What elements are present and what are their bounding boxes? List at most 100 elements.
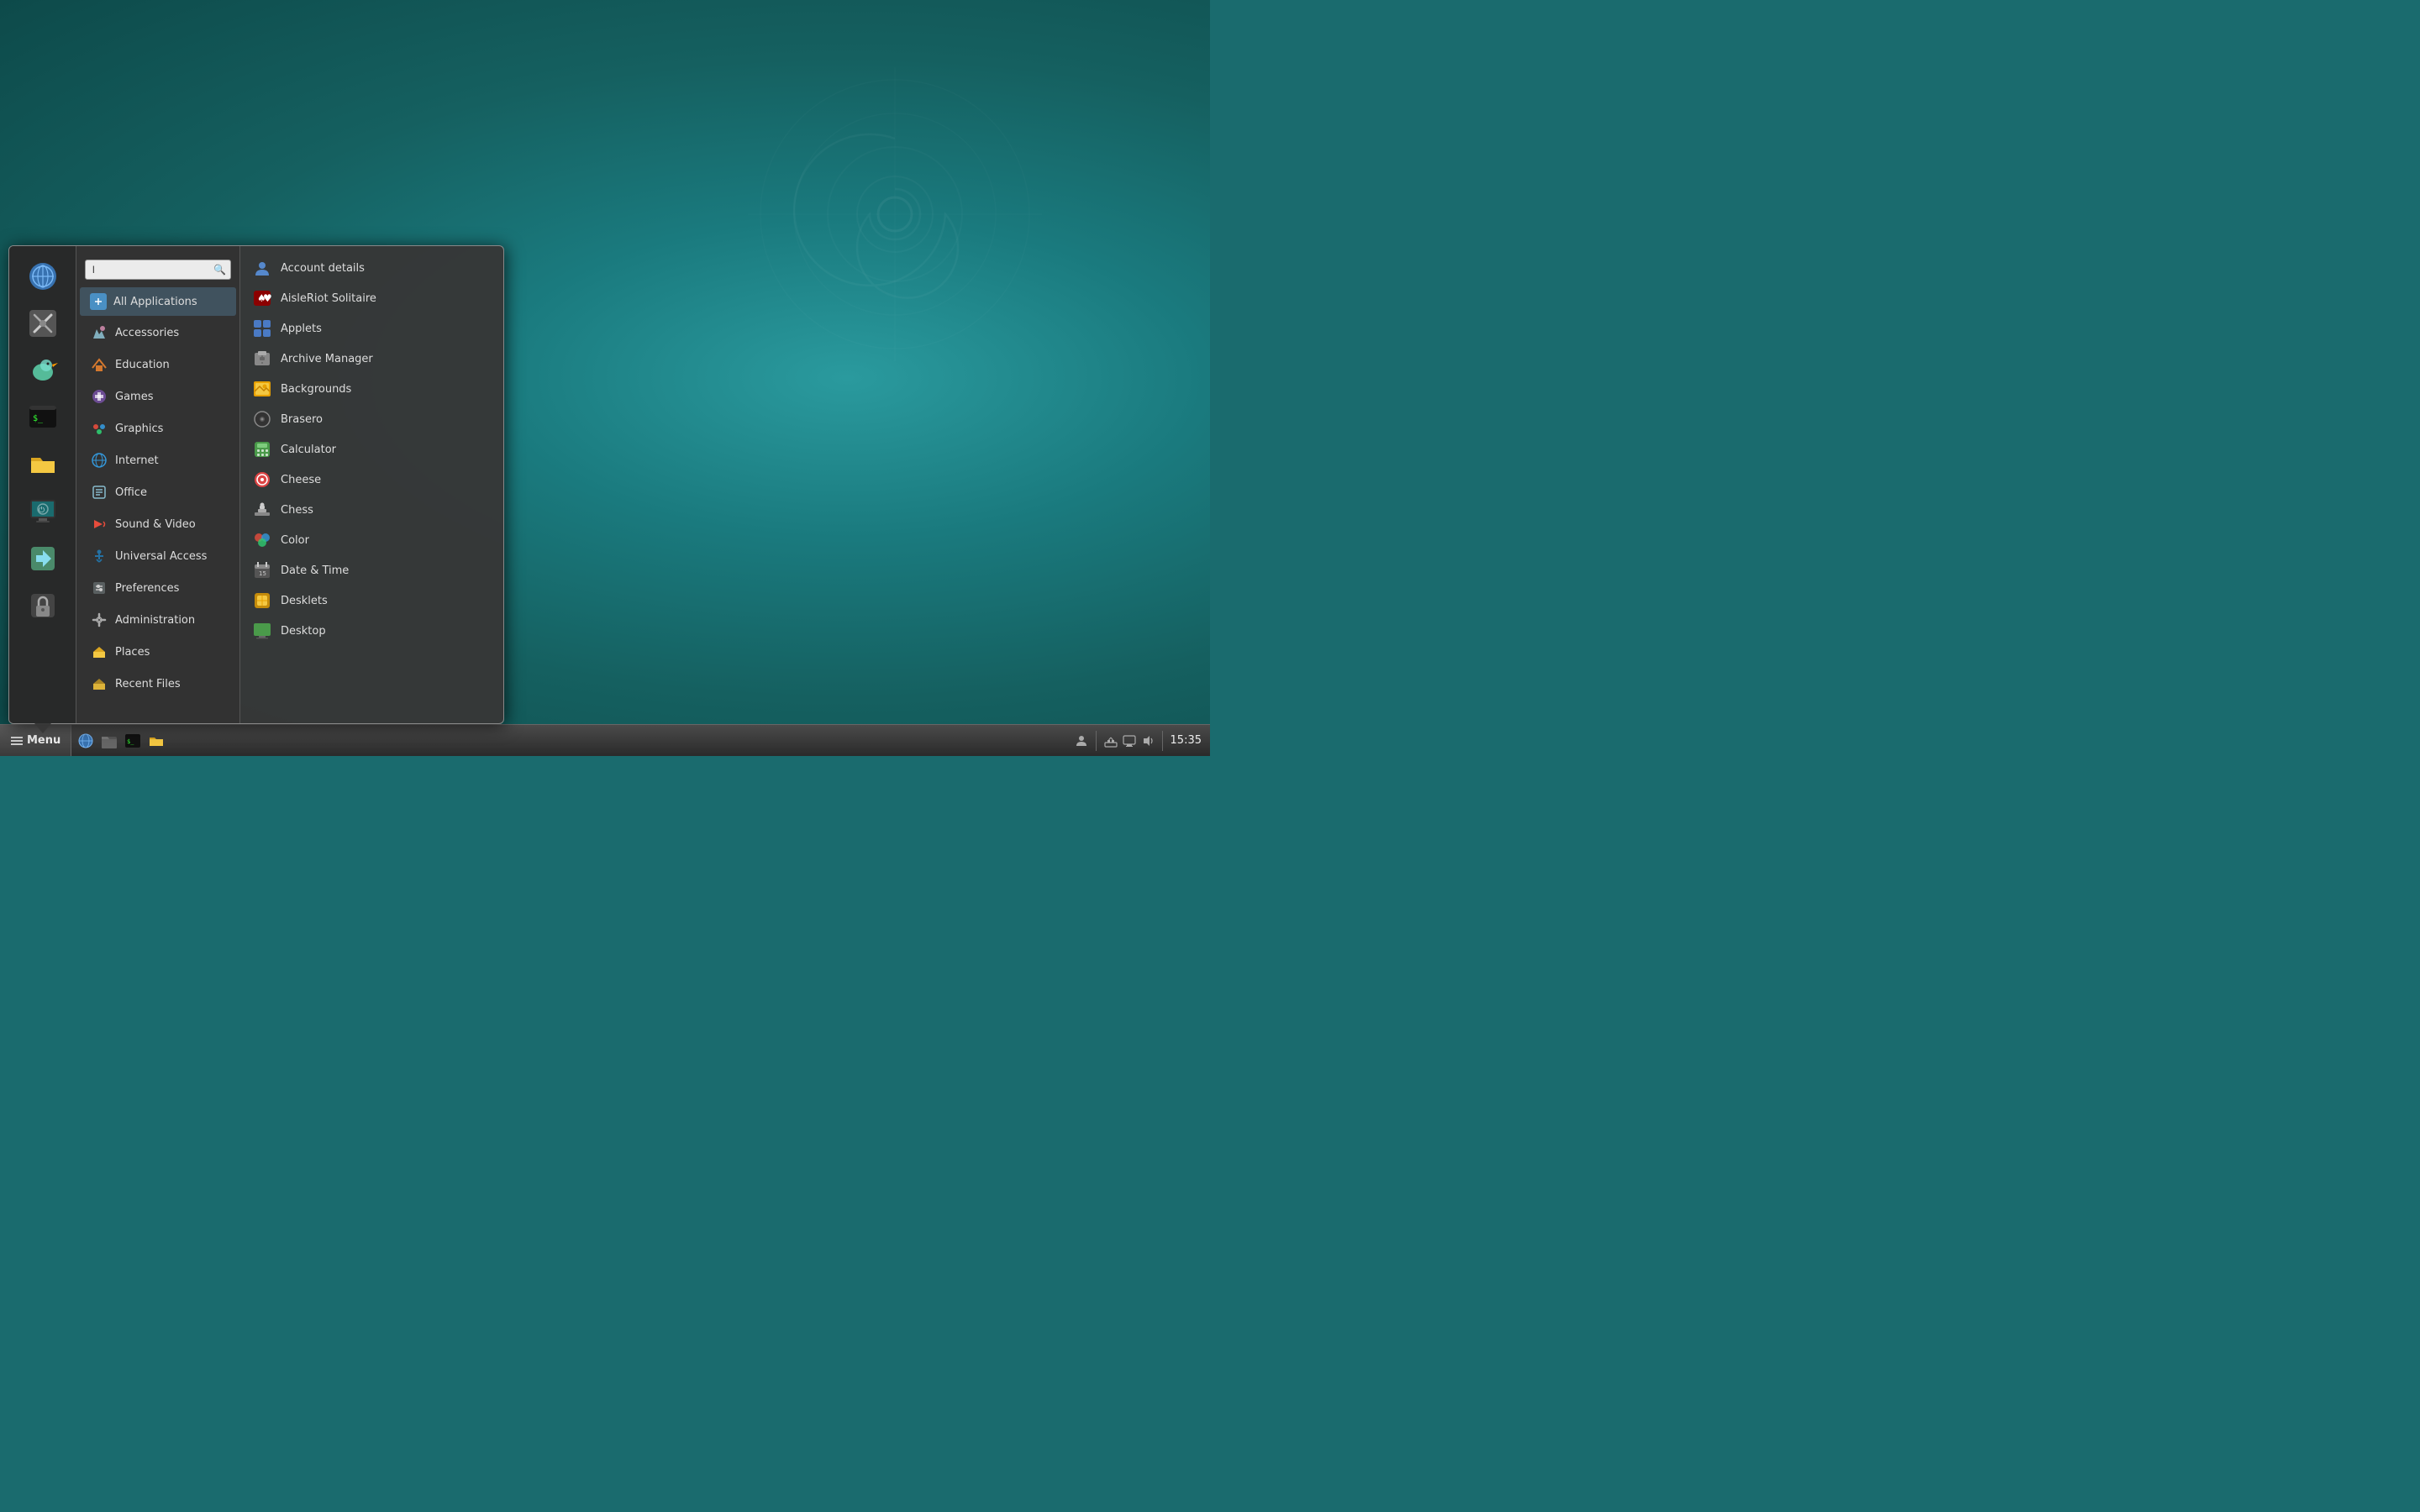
applets-icon	[252, 318, 272, 339]
sidebar-tools-icon[interactable]	[21, 302, 65, 345]
category-games[interactable]: Games	[80, 381, 236, 412]
app-desktop-label: Desktop	[281, 625, 326, 638]
category-recent-files[interactable]: Recent Files	[80, 669, 236, 699]
menu-arrow	[34, 723, 51, 733]
administration-icon	[90, 611, 108, 629]
category-graphics-label: Graphics	[115, 423, 163, 435]
category-all-applications[interactable]: All Applications	[80, 287, 236, 316]
games-icon	[90, 387, 108, 406]
desklets-icon	[252, 591, 272, 611]
taskbar-folder-icon[interactable]	[145, 730, 167, 752]
app-cheese-label: Cheese	[281, 474, 321, 486]
category-office[interactable]: Office	[80, 477, 236, 507]
app-account-details[interactable]: Account details	[240, 253, 503, 283]
app-desktop[interactable]: Desktop	[240, 616, 503, 646]
accessories-icon	[90, 323, 108, 342]
app-aisleriot[interactable]: ♠ ♥ AisleRiot Solitaire	[240, 283, 503, 313]
taskbar-file-manager-icon[interactable]	[98, 730, 120, 752]
category-preferences-label: Preferences	[115, 582, 179, 595]
application-menu: $_ ⏻	[8, 245, 504, 724]
category-sound-video[interactable]: Sound & Video	[80, 509, 236, 539]
category-education[interactable]: Education	[80, 349, 236, 380]
app-cheese[interactable]: Cheese	[240, 465, 503, 495]
category-accessories-label: Accessories	[115, 327, 179, 339]
menu-categories-panel: 🔍 All Applications	[76, 246, 240, 723]
app-account-details-label: Account details	[281, 262, 365, 275]
account-details-icon	[252, 258, 272, 278]
app-brasero-label: Brasero	[281, 413, 323, 426]
debian-swirl-decoration	[748, 67, 1042, 361]
desktop-icon	[252, 621, 272, 641]
calculator-icon	[252, 439, 272, 459]
taskbar-terminal-icon[interactable]: $_	[122, 730, 144, 752]
volume-icon	[1141, 734, 1155, 748]
app-color[interactable]: Color	[240, 525, 503, 555]
app-date-time[interactable]: 15 Date & Time	[240, 555, 503, 585]
menu-button-icon	[10, 734, 24, 748]
sidebar-exit-icon[interactable]	[21, 537, 65, 580]
search-input[interactable]	[85, 260, 231, 280]
education-icon	[90, 355, 108, 374]
app-calculator[interactable]: Calculator	[240, 434, 503, 465]
app-desklets-label: Desklets	[281, 595, 328, 607]
app-brasero[interactable]: Brasero	[240, 404, 503, 434]
category-internet[interactable]: Internet	[80, 445, 236, 475]
tray-separator-2	[1162, 731, 1163, 751]
svg-text:⏻: ⏻	[39, 506, 45, 515]
sound-video-icon	[90, 515, 108, 533]
date-time-icon: 15	[252, 560, 272, 580]
category-universal-access[interactable]: Universal Access	[80, 541, 236, 571]
color-icon	[252, 530, 272, 550]
category-administration[interactable]: Administration	[80, 605, 236, 635]
taskbar-system-tray: 15:35	[1075, 731, 1210, 751]
menu-apps-panel: Account details ♠ ♥ AisleRiot Solitaire	[240, 246, 503, 723]
sidebar-lock-icon[interactable]	[21, 584, 65, 627]
network-icon	[1104, 734, 1118, 748]
preferences-icon	[90, 579, 108, 597]
search-area: 🔍	[76, 253, 239, 286]
taskbar-globe-icon[interactable]	[75, 730, 97, 752]
universal-access-icon	[90, 547, 108, 565]
sidebar-terminal-icon[interactable]: $_	[21, 396, 65, 439]
sidebar-monitor-icon[interactable]: ⏻	[21, 490, 65, 533]
category-places-label: Places	[115, 646, 150, 659]
category-all-applications-label: All Applications	[113, 296, 197, 308]
internet-icon	[90, 451, 108, 470]
category-education-label: Education	[115, 359, 170, 371]
category-administration-label: Administration	[115, 614, 195, 627]
app-chess[interactable]: Chess	[240, 495, 503, 525]
svg-text:♥: ♥	[263, 292, 271, 304]
app-archive-manager-label: Archive Manager	[281, 353, 373, 365]
taskbar: Menu $_	[0, 724, 1210, 756]
archive-manager-icon	[252, 349, 272, 369]
category-accessories[interactable]: Accessories	[80, 318, 236, 348]
category-graphics[interactable]: Graphics	[80, 413, 236, 444]
app-archive-manager[interactable]: Archive Manager	[240, 344, 503, 374]
category-places[interactable]: Places	[80, 637, 236, 667]
taskbar-clock: 15:35	[1171, 734, 1202, 747]
aisleriot-icon: ♠ ♥	[252, 288, 272, 308]
svg-text:$_: $_	[127, 738, 134, 745]
app-backgrounds[interactable]: Backgrounds	[240, 374, 503, 404]
svg-text:$_: $_	[33, 414, 44, 423]
places-icon	[90, 643, 108, 661]
category-universal-access-label: Universal Access	[115, 550, 207, 563]
office-icon	[90, 483, 108, 501]
category-preferences[interactable]: Preferences	[80, 573, 236, 603]
sidebar-bird-icon[interactable]	[21, 349, 65, 392]
app-applets[interactable]: Applets	[240, 313, 503, 344]
svg-text:15: 15	[259, 570, 266, 577]
sidebar-folder-icon[interactable]	[21, 443, 65, 486]
graphics-icon	[90, 419, 108, 438]
app-aisleriot-label: AisleRiot Solitaire	[281, 292, 376, 305]
app-applets-label: Applets	[281, 323, 322, 335]
category-games-label: Games	[115, 391, 153, 403]
taskbar-quick-launch: $_	[71, 730, 171, 752]
category-recent-files-label: Recent Files	[115, 678, 181, 690]
app-desklets[interactable]: Desklets	[240, 585, 503, 616]
app-chess-label: Chess	[281, 504, 313, 517]
menu-button-label: Menu	[27, 734, 60, 747]
sidebar-globe-icon[interactable]	[21, 255, 65, 298]
category-office-label: Office	[115, 486, 147, 499]
chess-icon	[252, 500, 272, 520]
